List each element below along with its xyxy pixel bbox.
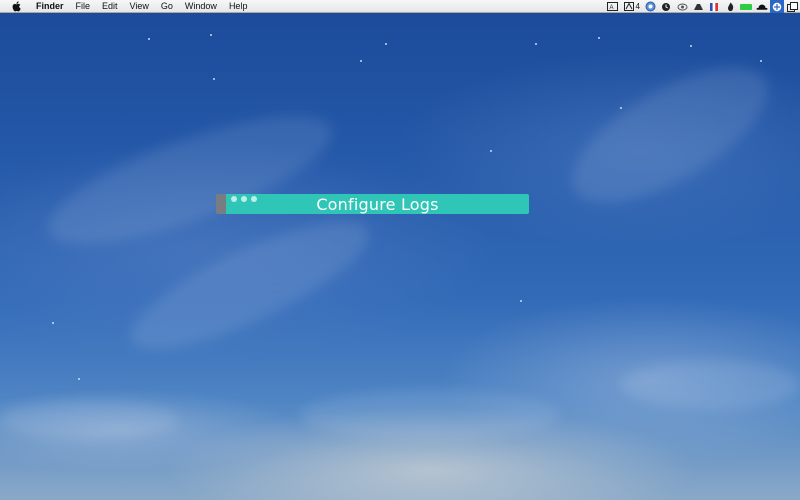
star xyxy=(620,107,622,109)
star xyxy=(598,37,600,39)
hat-icon[interactable] xyxy=(756,1,768,12)
cloud xyxy=(620,360,800,410)
configure-logs-window[interactable]: Configure Logs xyxy=(216,194,529,214)
text-input-icon[interactable]: A xyxy=(607,1,619,12)
cloud xyxy=(0,400,180,440)
star xyxy=(690,45,692,47)
desktop-wallpaper xyxy=(0,0,800,500)
clock-icon[interactable] xyxy=(660,1,672,12)
cloud xyxy=(552,41,788,229)
menu-bar: Finder File Edit View Go Window Help A 4 xyxy=(0,0,800,13)
cloud xyxy=(300,390,560,440)
window-zoom-dot-icon[interactable] xyxy=(251,196,257,202)
star xyxy=(52,322,54,324)
menu-window[interactable]: Window xyxy=(179,0,223,13)
star xyxy=(520,300,522,302)
flame-icon[interactable] xyxy=(724,1,736,12)
star xyxy=(148,38,150,40)
star xyxy=(760,60,762,62)
drive-icon[interactable] xyxy=(692,1,704,12)
menu-bar-left: Finder File Edit View Go Window Help xyxy=(0,0,253,13)
window-controls xyxy=(231,196,261,202)
flag-icon[interactable] xyxy=(708,1,720,12)
star xyxy=(213,78,215,80)
star xyxy=(490,150,492,152)
star xyxy=(360,60,362,62)
window-title: Configure Logs xyxy=(316,194,439,214)
apple-icon[interactable] xyxy=(12,0,22,11)
window-drag-handle[interactable] xyxy=(216,194,226,214)
window-switch-icon[interactable] xyxy=(786,1,798,12)
menu-app-finder[interactable]: Finder xyxy=(28,0,70,13)
sync-icon[interactable] xyxy=(644,1,656,12)
star xyxy=(385,43,387,45)
menu-file[interactable]: File xyxy=(70,0,97,13)
app-status-icon[interactable] xyxy=(770,0,784,13)
menu-view[interactable]: View xyxy=(124,0,155,13)
window-title-bar[interactable]: Configure Logs xyxy=(226,194,529,214)
adobe-icon[interactable] xyxy=(623,1,635,12)
svg-text:A: A xyxy=(610,5,614,11)
window-close-dot-icon[interactable] xyxy=(231,196,237,202)
window-minimize-dot-icon[interactable] xyxy=(241,196,247,202)
star xyxy=(78,378,80,380)
menu-help[interactable]: Help xyxy=(223,0,254,13)
star xyxy=(210,34,212,36)
eye-icon[interactable] xyxy=(676,1,688,12)
adobe-count: 4 xyxy=(635,2,640,11)
menu-edit[interactable]: Edit xyxy=(96,0,124,13)
star xyxy=(535,43,537,45)
menu-go[interactable]: Go xyxy=(155,0,179,13)
menu-bar-status: A 4 xyxy=(605,0,800,13)
battery-indicator-icon[interactable] xyxy=(740,1,752,12)
